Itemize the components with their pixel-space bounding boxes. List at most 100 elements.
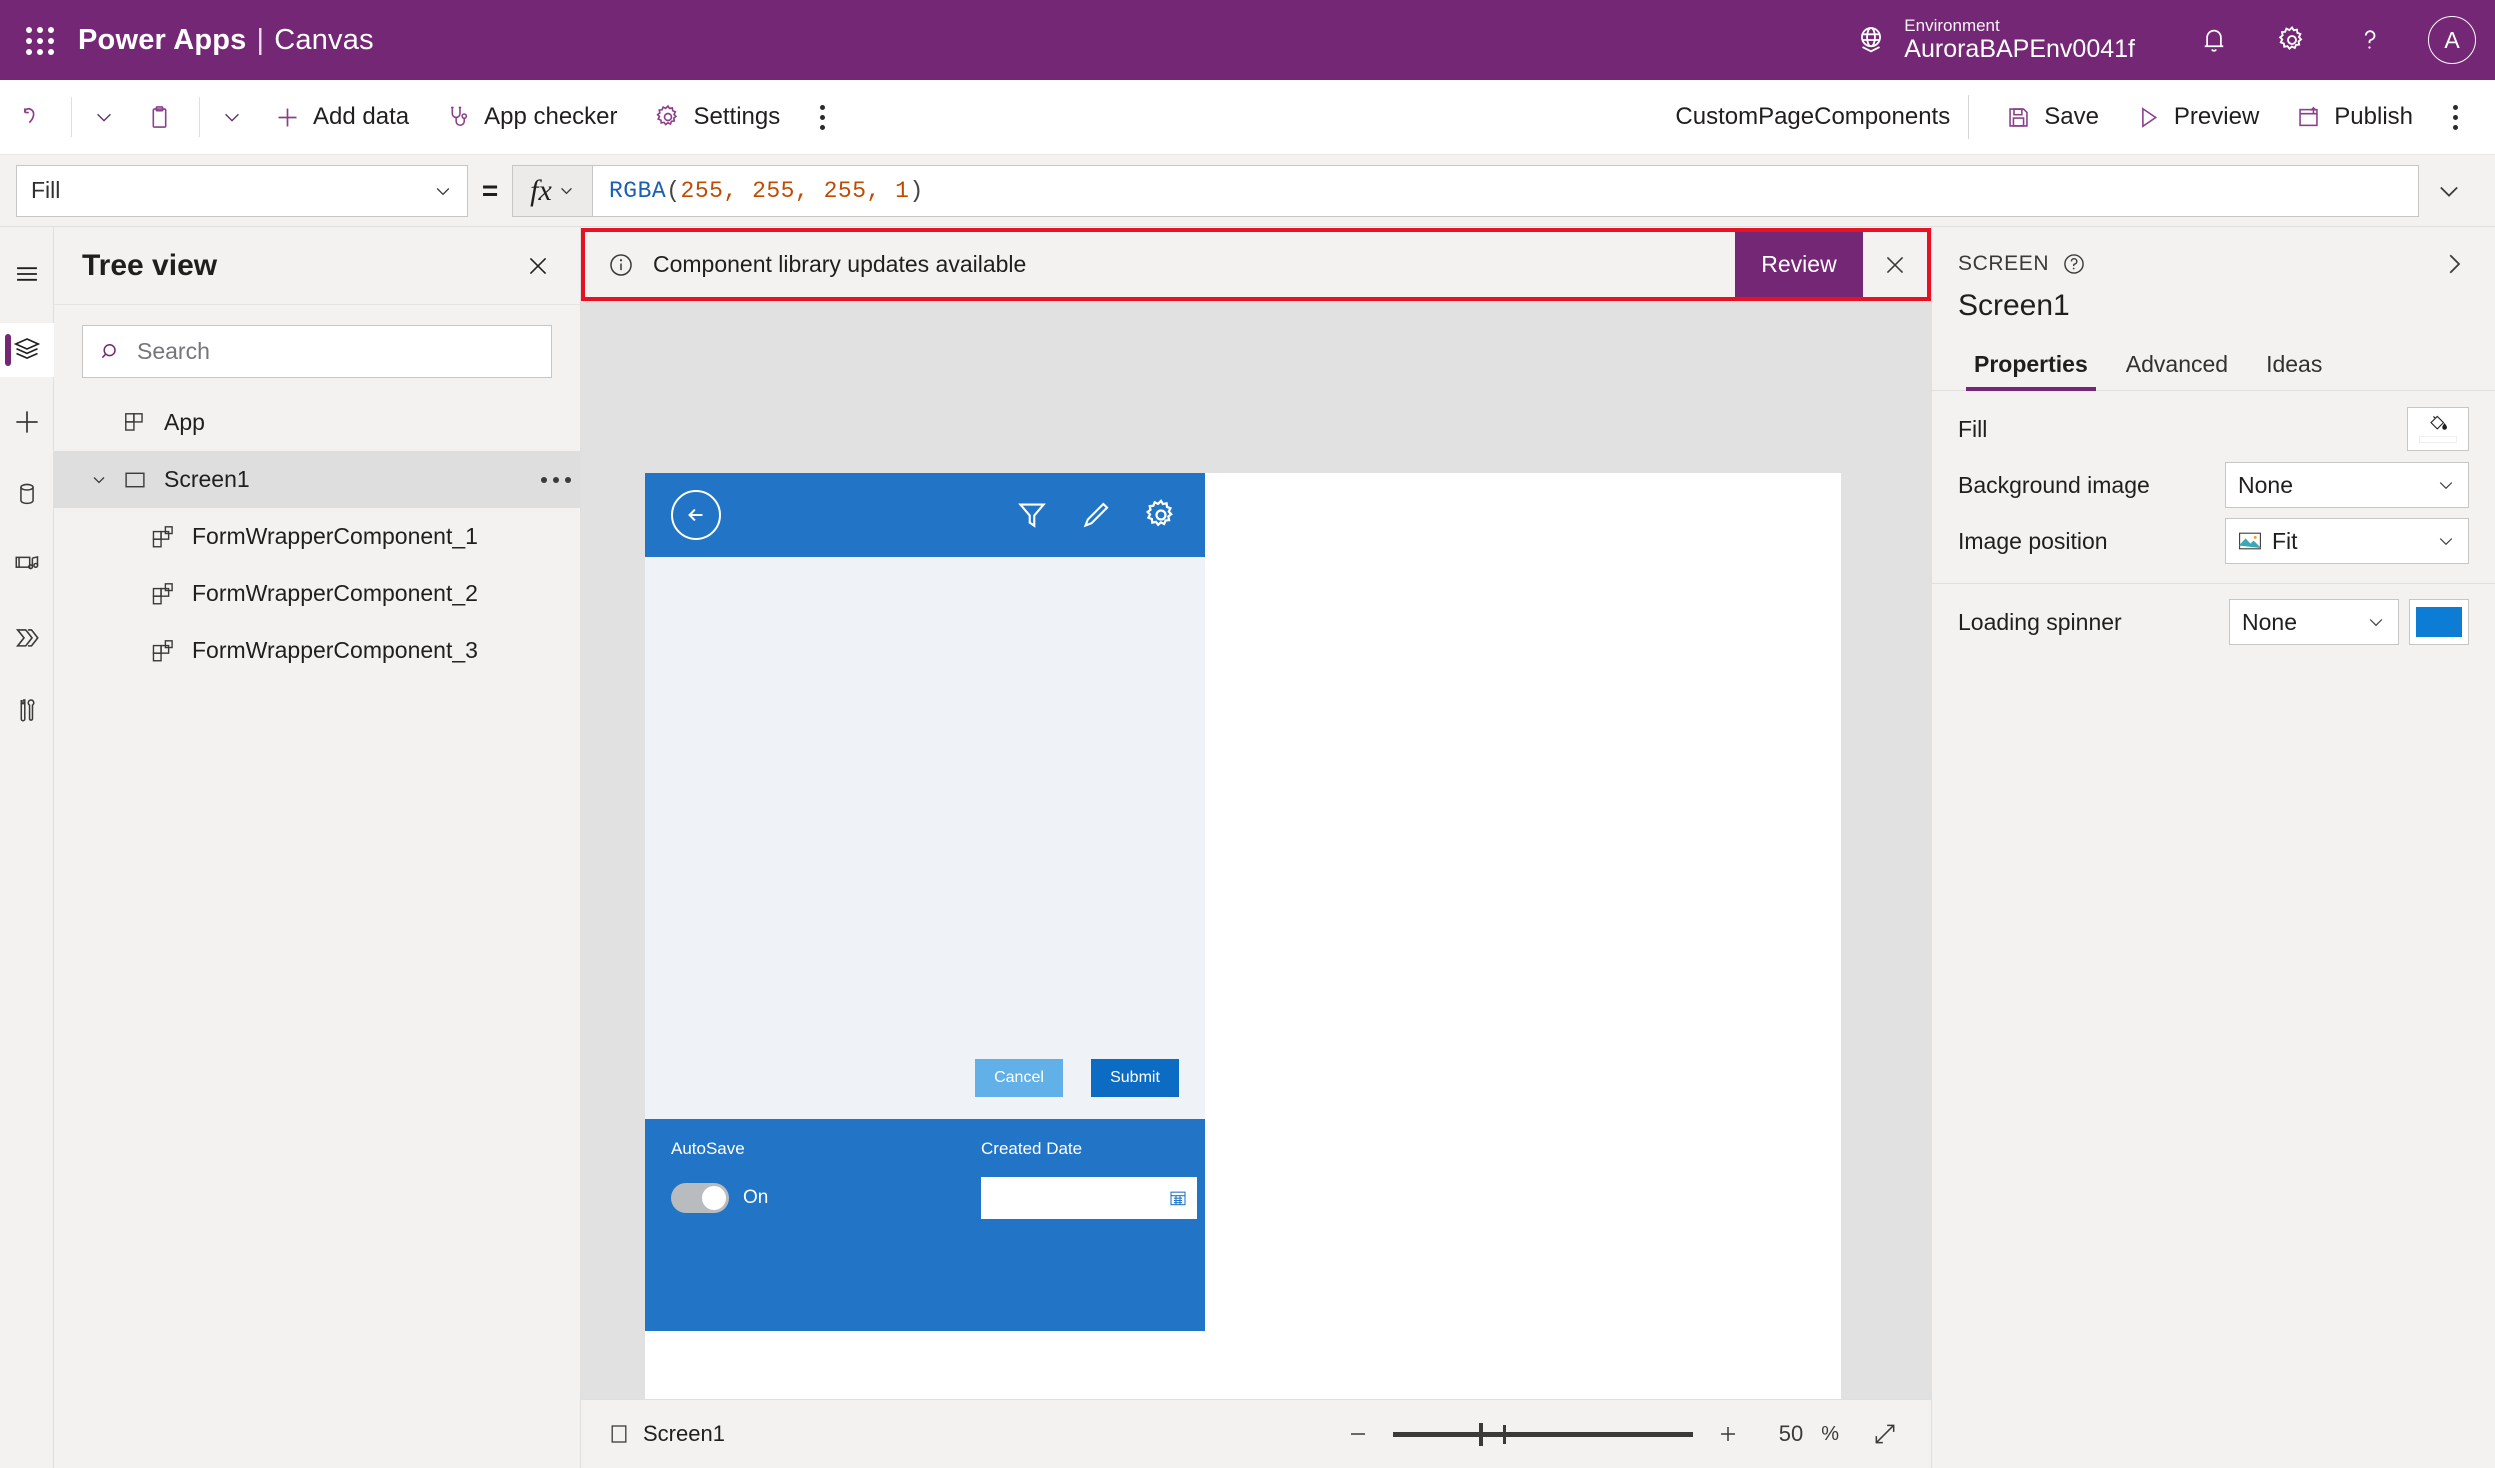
save-disk-icon [2005,104,2032,131]
created-date-label: Created Date [981,1139,1083,1158]
loading-spinner-dropdown[interactable]: None [2229,599,2399,645]
hamburger-icon[interactable] [0,247,54,301]
status-screen-selector[interactable]: Screen1 [607,1421,725,1447]
play-triangle-icon [2135,104,2162,131]
minus-icon[interactable] [1341,1417,1375,1451]
sidebar-item-data[interactable] [0,467,54,521]
close-icon[interactable] [1863,232,1927,297]
undo-button[interactable] [2,89,61,145]
property-select-value: Fill [31,177,61,203]
add-data-button[interactable]: Add data [258,89,425,145]
sidebar-item-tree-view[interactable] [0,323,54,377]
review-button[interactable]: Review [1735,232,1863,297]
form-body[interactable]: Cancel Submit [645,557,1205,1119]
fill-color-preview [2419,436,2457,443]
canvas-workspace[interactable]: Cancel Submit AutoSave On Created Date [581,301,1931,1399]
sidebar-item-tools[interactable] [0,683,54,737]
tools-icon [13,696,41,724]
chevron-right-icon[interactable] [2439,249,2469,279]
formula-function: RGBA [609,177,667,204]
back-arrow-circle-icon[interactable] [671,490,721,540]
search-placeholder: Search [137,338,210,364]
preview-button[interactable]: Preview [2119,89,2275,145]
fit-screen-diagonal-icon[interactable] [1865,1414,1905,1454]
property-select[interactable]: Fill [16,164,468,217]
gear-icon[interactable] [1143,497,1179,533]
form-wrapper-component[interactable]: Cancel Submit AutoSave On Created Date [645,473,1205,1331]
chevron-down-icon [433,181,453,201]
publish-button[interactable]: Publish [2279,89,2429,145]
save-button[interactable]: Save [1989,89,2115,145]
command-bar: Add data App checker Settings CustomPage… [0,80,2495,155]
background-image-dropdown[interactable]: None [2225,462,2469,508]
sidebar-item-insert[interactable] [0,395,54,449]
list-item-label: App [164,409,205,435]
waffle-grid-icon[interactable] [22,23,56,57]
filter-funnel-icon[interactable] [1015,498,1049,532]
left-rail [0,227,54,1468]
list-item[interactable]: FormWrapperComponent_3 [54,622,580,679]
avatar[interactable]: A [2409,0,2495,80]
pencil-edit-icon[interactable] [1079,498,1113,532]
tab-advanced[interactable]: Advanced [2110,345,2244,390]
tree-view-header: Tree view [54,227,580,305]
loading-spinner-color-button[interactable] [2409,599,2469,645]
plus-icon[interactable] [1711,1417,1745,1451]
avatar-initial: A [2428,16,2476,64]
autosave-toggle[interactable] [671,1183,729,1213]
insert-plus-icon [12,407,42,437]
page-title: Power Apps | Canvas [78,24,374,57]
app-overflow-button[interactable] [2433,89,2477,145]
list-item[interactable]: FormWrapperComponent_1 [54,508,580,565]
app-screen-canvas[interactable]: Cancel Submit AutoSave On Created Date [645,473,1841,1399]
list-item[interactable]: App [54,394,580,451]
bell-icon[interactable] [2175,0,2253,80]
formula-bar-expand-button[interactable] [2419,177,2479,205]
tab-properties[interactable]: Properties [1958,345,2104,391]
question-mark-icon[interactable] [2331,0,2409,80]
tab-ideas[interactable]: Ideas [2250,345,2338,390]
fx-button[interactable]: fx [512,164,592,217]
cancel-button[interactable]: Cancel [975,1059,1063,1097]
more-horizontal-icon[interactable] [532,476,580,483]
sidebar-item-media[interactable] [0,539,54,593]
form-action-buttons: Cancel Submit [975,1059,1179,1097]
environment-name: AuroraBAPEnv0041f [1904,35,2135,64]
properties-panel: SCREEN Screen1 Properties Advanced Ideas… [1931,227,2495,1468]
created-date-input[interactable] [981,1177,1197,1219]
app-checker-button[interactable]: App checker [429,89,633,145]
publish-label: Publish [2334,103,2413,130]
gear-icon[interactable] [2253,0,2331,80]
calendar-icon[interactable] [1168,1188,1188,1208]
stethoscope-icon [445,104,472,131]
command-overflow-button[interactable] [800,89,844,145]
environment-picker[interactable]: Environment AuroraBAPEnv0041f [1854,16,2135,64]
submit-button[interactable]: Submit [1091,1059,1179,1097]
fill-color-button[interactable] [2407,407,2469,451]
image-position-dropdown[interactable]: Fit [2225,518,2469,564]
zoom-slider[interactable] [1393,1423,1694,1446]
sidebar-item-screen1[interactable]: Screen1 [54,451,580,508]
app-checker-label: App checker [484,103,618,130]
autosave-state-label: On [743,1187,769,1208]
list-item[interactable]: FormWrapperComponent_2 [54,565,580,622]
paste-chevron-button[interactable] [210,89,254,145]
properties-group-spinner: Loading spinner None [1932,584,2495,664]
image-position-value: Fit [2272,527,2298,554]
close-icon[interactable] [518,246,558,286]
component-icon [144,524,182,550]
chevron-down-icon[interactable] [82,470,116,490]
brand-header: Power Apps | Canvas Environment AuroraBAPE… [0,0,2495,80]
formula-input[interactable]: RGBA(255, 255, 255, 1) [592,164,2419,217]
question-circle-icon[interactable] [2061,251,2087,277]
formula-arg-r: 255, [680,177,738,204]
search-input[interactable]: Search [82,325,552,378]
settings-button[interactable]: Settings [638,89,797,145]
more-vertical-icon [2452,104,2458,130]
paste-button[interactable] [130,89,189,145]
zoom-slider-thumb[interactable] [1479,1423,1484,1446]
form-top-bar-actions [1015,497,1179,533]
undo-chevron-button[interactable] [82,89,126,145]
sidebar-item-power-automate[interactable] [0,611,54,665]
form-top-bar [645,473,1205,557]
